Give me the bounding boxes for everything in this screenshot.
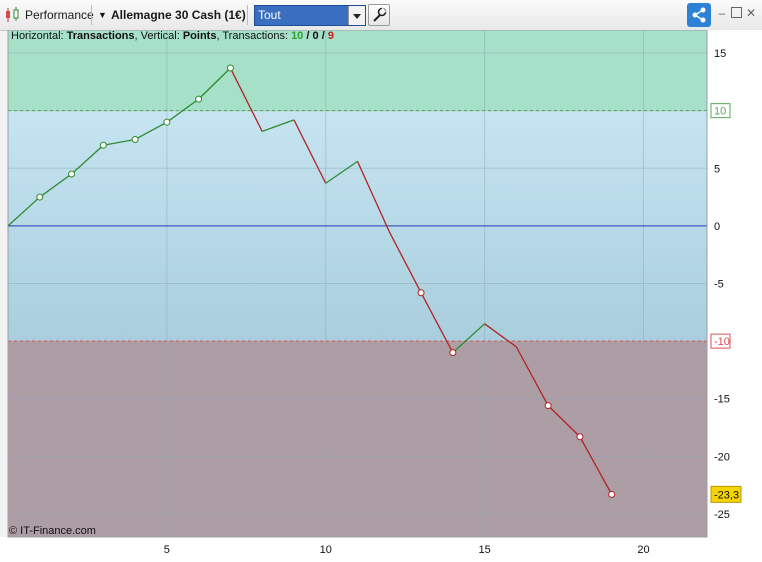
period-select-value: Tout	[258, 8, 281, 22]
data-point	[576, 433, 584, 441]
data-point	[226, 64, 234, 72]
last-value-label: -23,3	[714, 489, 739, 501]
winning-count: 10	[291, 30, 304, 42]
y-tick-label: -15	[714, 394, 730, 406]
data-point	[608, 490, 616, 498]
data-point	[544, 402, 552, 410]
instrument-name[interactable]: Allemagne 30 Cash (1€)	[111, 5, 246, 25]
y-tick-label: -20	[714, 451, 730, 463]
legend-horizontal-label: Horizontal:	[11, 30, 64, 42]
minimize-icon[interactable]: –	[717, 7, 727, 19]
window: Performance ▼ Allemagne 30 Cash (1€) Tou…	[0, 0, 762, 562]
performance-chart[interactable]: 15 5 0 -5 -15 -20 -25 10 -10 -23,3 5 10 15 20	[0, 30, 762, 562]
y-tick-label: 0	[714, 221, 720, 233]
losing-count: 9	[327, 30, 334, 42]
x-tick-label: 5	[164, 544, 170, 556]
copyright-notice: © IT-Finance.com	[9, 525, 96, 537]
close-icon[interactable]: ✕	[746, 7, 756, 19]
data-point	[99, 141, 107, 149]
toolbar-divider	[91, 5, 92, 25]
chart-legend: Horizontal: Transactions, Vertical: Poin…	[11, 30, 334, 42]
maximize-icon[interactable]	[731, 7, 742, 18]
wrench-icon	[373, 7, 387, 22]
neutral-count: 0	[312, 30, 319, 42]
data-point	[417, 289, 425, 297]
data-point	[195, 95, 203, 103]
data-point	[131, 135, 139, 143]
legend-transactions-label: Transactions:	[222, 30, 288, 42]
indicator-label[interactable]: Performance	[25, 5, 94, 25]
data-point	[68, 170, 76, 178]
x-tick-label: 10	[320, 544, 332, 556]
dropdown-arrow-icon[interactable]	[348, 6, 365, 25]
lower-zone	[8, 341, 707, 537]
lower-threshold-label: -10	[714, 336, 730, 348]
y-tick-label: 5	[714, 163, 720, 175]
settings-wrench-button[interactable]	[368, 4, 390, 26]
y-tick-label: 15	[714, 48, 726, 60]
share-icon	[692, 7, 706, 23]
data-point	[449, 349, 457, 357]
legend-vertical-label: Vertical:	[140, 30, 180, 42]
y-tick-label: -25	[714, 509, 730, 521]
period-select[interactable]: Tout	[254, 5, 366, 26]
legend-horizontal-value: Transactions	[66, 30, 135, 42]
toolbar: Performance ▼ Allemagne 30 Cash (1€) Tou…	[0, 0, 762, 31]
x-tick-label: 20	[637, 544, 649, 556]
share-button[interactable]	[687, 3, 711, 27]
y-tick-label: -5	[714, 279, 724, 291]
chevron-down-icon[interactable]: ▼	[98, 5, 107, 25]
toolbar-divider	[247, 5, 248, 25]
count-separator: /	[306, 30, 310, 42]
upper-threshold-label: 10	[714, 106, 726, 118]
data-point	[36, 193, 44, 201]
legend-vertical-value: Points	[182, 30, 217, 42]
data-point	[163, 118, 171, 126]
x-tick-label: 15	[478, 544, 490, 556]
candlestick-icon[interactable]	[4, 5, 22, 25]
count-separator: /	[321, 30, 325, 42]
